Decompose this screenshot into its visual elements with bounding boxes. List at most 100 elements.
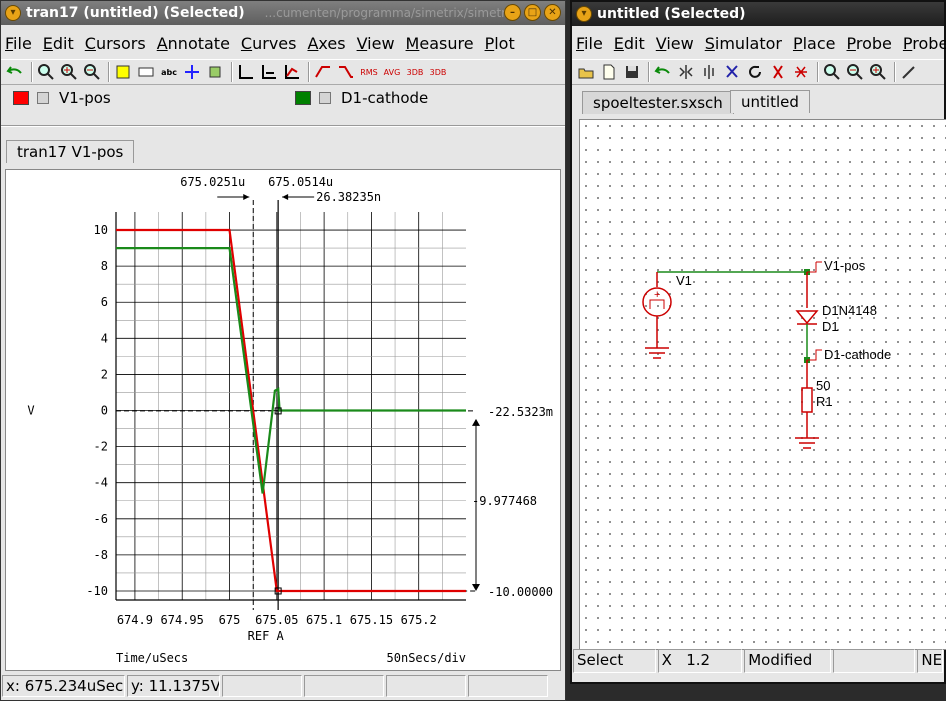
menu-file[interactable]: File — [576, 34, 603, 53]
legend-checkbox[interactable] — [37, 92, 49, 104]
y-tick-label: 2 — [101, 367, 108, 381]
new-icon[interactable] — [599, 62, 619, 82]
flip-icon[interactable] — [676, 62, 696, 82]
tab-tran17-v1-pos[interactable]: tran17 V1-pos — [6, 140, 135, 163]
resistor-icon[interactable] — [801, 387, 813, 413]
label-icon[interactable] — [136, 62, 156, 82]
cursor-add-icon[interactable] — [182, 62, 202, 82]
x-tick-label: 675 — [219, 613, 241, 627]
menu-cursors[interactable]: Cursors — [85, 34, 146, 53]
fall-edge-icon[interactable] — [336, 62, 356, 82]
legend-label: D1-cathode — [341, 89, 429, 107]
paint-icon[interactable] — [205, 62, 225, 82]
toolbar-separator — [817, 62, 819, 82]
menu-annotate[interactable]: Annotate — [157, 34, 230, 53]
plot-area: 674.9 674.95 675 675.05 675.1 675.15 675.2 10 8 6… — [5, 169, 561, 671]
window-menu-icon[interactable]: ▾ — [576, 6, 592, 22]
x-tick-label: 675.2 — [401, 613, 437, 627]
fit-icon[interactable] — [113, 62, 133, 82]
cut-icon[interactable] — [722, 62, 742, 82]
chart-svg[interactable]: 674.9 674.95 675 675.05 675.1 675.15 675.2 10 8 6… — [6, 170, 562, 672]
status-empty — [832, 649, 916, 673]
menu-edit[interactable]: Edit — [614, 34, 645, 53]
menu-plot[interactable]: Plot — [485, 34, 515, 53]
undo-icon[interactable] — [5, 62, 25, 82]
graph-icon[interactable] — [282, 62, 302, 82]
schematic-window: ▾ untitled (Selected) File Edit View Sim… — [570, 0, 946, 684]
cursor-ref-label: REF A — [248, 629, 285, 643]
rotate-icon[interactable] — [745, 62, 765, 82]
zoom-in-icon[interactable] — [868, 62, 888, 82]
zoom-in-icon[interactable] — [59, 62, 79, 82]
menu-measure[interactable]: Measure — [406, 34, 474, 53]
delete-icon[interactable] — [768, 62, 788, 82]
axis2-icon[interactable] — [259, 62, 279, 82]
plot-window-title: tran17 (untitled) (Selected) — [26, 5, 245, 21]
plot-window-titlebar[interactable]: ▾ tran17 (untitled) (Selected) ...cument… — [1, 1, 565, 25]
3db-icon[interactable]: 3DB — [405, 62, 425, 82]
menu-view[interactable]: View — [656, 34, 694, 53]
plot-window: ▾ tran17 (untitled) (Selected) ...cument… — [0, 0, 566, 701]
probe-d1-cathode-label[interactable]: D1-cathode — [824, 347, 891, 362]
zoom-icon[interactable] — [36, 62, 56, 82]
legend-swatch-green — [295, 91, 311, 105]
menu-view[interactable]: View — [357, 34, 395, 53]
schematic-canvas[interactable]: + V1 V1-pos D1N4148 D1 D1-cathode 50 R1 — [579, 119, 946, 650]
minimize-icon[interactable]: – — [504, 4, 521, 21]
menu-place[interactable]: Place — [793, 34, 836, 53]
rise-edge-icon[interactable] — [313, 62, 333, 82]
resistor-ref-label: R1 — [816, 394, 833, 409]
menu-edit[interactable]: Edit — [43, 34, 74, 53]
legend-checkbox[interactable] — [319, 92, 331, 104]
legend-swatch-red — [13, 91, 29, 105]
schematic-window-titlebar[interactable]: ▾ untitled (Selected) — [572, 2, 944, 26]
cursor-y-delta-label: -9.977468 — [472, 494, 537, 508]
x-tick-label: 674.9 — [117, 613, 153, 627]
delete-wire-icon[interactable] — [791, 62, 811, 82]
tab-spoeltester[interactable]: spoeltester.sxsch — [582, 91, 734, 114]
zoom-out-icon[interactable] — [82, 62, 102, 82]
v1-label: V1 — [676, 273, 692, 288]
cursor-arrow-a-head — [243, 194, 250, 200]
menu-file[interactable]: File — [5, 34, 32, 53]
resistor-value-label: 50 — [816, 378, 830, 393]
legend-item-d1-cathode[interactable]: D1-cathode — [295, 89, 428, 107]
text-icon[interactable]: abc — [159, 62, 179, 82]
probe-v1-pos-label[interactable]: V1-pos — [824, 258, 866, 273]
rms-icon[interactable]: RMS — [359, 62, 379, 82]
maximize-icon[interactable]: □ — [524, 4, 541, 21]
menu-curves[interactable]: Curves — [241, 34, 297, 53]
save-icon[interactable] — [622, 62, 642, 82]
y-tick-label: -10 — [86, 584, 108, 598]
legend-divider — [1, 125, 565, 127]
diode-icon[interactable] — [795, 310, 819, 325]
status-empty — [386, 675, 466, 697]
zoom-icon[interactable] — [822, 62, 842, 82]
window-menu-icon[interactable]: ▾ — [5, 5, 21, 21]
x-tick-label: 674.95 — [161, 613, 204, 627]
open-icon[interactable] — [576, 62, 596, 82]
cursor-a-label: 675.0251u — [180, 175, 245, 189]
y-tick-label: -2 — [94, 440, 108, 454]
undo-icon[interactable] — [653, 62, 673, 82]
menu-probe-ac[interactable]: Probe — [903, 34, 946, 53]
tab-untitled[interactable]: untitled — [730, 90, 810, 113]
series-line-d1-cathode — [116, 246, 466, 494]
toolbar-separator — [894, 62, 896, 82]
avg-icon[interactable]: AVG — [382, 62, 402, 82]
menu-axes[interactable]: Axes — [307, 34, 345, 53]
axis-icon[interactable] — [236, 62, 256, 82]
status-empty — [468, 675, 548, 697]
legend-item-v1-pos[interactable]: V1-pos — [13, 89, 111, 107]
schematic-window-title: untitled (Selected) — [597, 6, 746, 22]
3db-low-icon[interactable]: 3DB — [428, 62, 448, 82]
zoom-out-icon[interactable] — [845, 62, 865, 82]
schematic-toolbar — [572, 59, 944, 85]
menu-probe[interactable]: Probe — [847, 34, 892, 53]
cursor-delta-y-head-top — [472, 418, 480, 426]
toolbar-separator — [31, 62, 33, 82]
wire-pen-icon[interactable] — [899, 62, 919, 82]
close-icon[interactable]: ✕ — [544, 4, 561, 21]
mirror-icon[interactable] — [699, 62, 719, 82]
menu-simulator[interactable]: Simulator — [705, 34, 782, 53]
